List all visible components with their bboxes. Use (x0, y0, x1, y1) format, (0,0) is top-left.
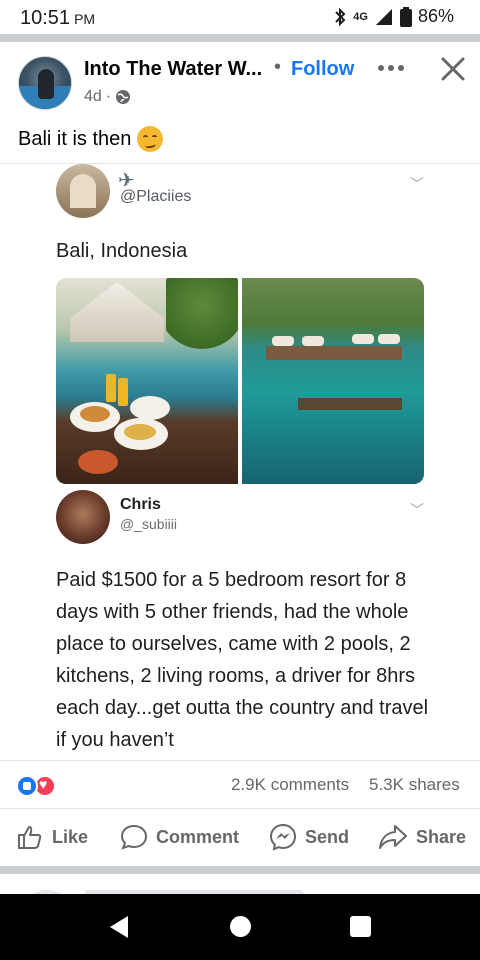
tweet-text: Paid $1500 for a 5 bedroom resort for 8 … (56, 569, 429, 751)
like-label: Like (52, 826, 89, 847)
section-divider (0, 34, 480, 42)
like-reaction-icon[interactable] (16, 775, 38, 797)
signal-icon (375, 8, 392, 25)
status-time-value: 10:51 (20, 7, 71, 29)
section-divider (0, 866, 480, 874)
comments-count[interactable]: 2.9K comments (231, 775, 349, 795)
send-button[interactable]: Send (269, 823, 349, 851)
tweet-author-name: Chris (120, 496, 161, 513)
system-navigation-bar (0, 894, 480, 960)
battery-icon (399, 6, 412, 27)
status-time-ampm: PM (74, 11, 96, 27)
status-time: 10:51 PM (20, 7, 95, 30)
tweet-avatar (56, 490, 110, 544)
more-options-icon[interactable] (376, 58, 406, 78)
tweet-handle: @_subiiii (120, 516, 178, 532)
comment-label: Comment (156, 826, 240, 847)
share-label: Share (416, 826, 467, 847)
back-icon[interactable] (110, 916, 128, 938)
follow-button[interactable]: Follow (291, 58, 354, 81)
dot-separator: • (274, 56, 282, 78)
shares-count[interactable]: 5.3K shares (369, 775, 460, 795)
meta-dot: · (105, 88, 112, 105)
chevron-down-icon: ﹀ (410, 502, 424, 518)
caption-text: Bali it is then (18, 127, 132, 150)
send-label: Send (305, 826, 350, 847)
page-avatar[interactable] (18, 56, 72, 110)
post-caption: Bali it is then (18, 126, 164, 152)
globe-icon (116, 90, 131, 104)
next-post-preview (0, 876, 480, 894)
bluetooth-icon (335, 7, 346, 26)
page-name[interactable]: Into The Water W... (84, 58, 262, 81)
comment-button[interactable]: Comment (120, 823, 239, 851)
chevron-down-icon: ﹀ (410, 176, 424, 192)
post-header: Into The Water W... • Follow 4d · (0, 42, 480, 120)
recents-icon[interactable] (350, 916, 371, 937)
post-meta: 4d · (84, 88, 131, 106)
action-bar: Like Comment Send Share (0, 808, 480, 866)
share-button[interactable]: Share (378, 823, 466, 851)
battery-percent: 86% (417, 6, 454, 26)
engagement-summary: 2.9K comments 5.3K shares (0, 760, 480, 806)
resort-pool-breakfast-photo (56, 278, 238, 484)
like-button[interactable]: Like (16, 823, 88, 851)
status-icons: 4G 86% (333, 6, 454, 27)
post-media[interactable]: ✈ @Placiies ﹀ Bali, Indonesia Chris @_su… (0, 163, 480, 759)
comment-bubble-icon (120, 824, 148, 850)
thumbs-up-icon (18, 826, 42, 849)
home-icon[interactable] (230, 916, 251, 937)
smirking-face-icon (137, 126, 164, 152)
messenger-icon (269, 823, 297, 851)
network-type-label: 4G (353, 10, 368, 23)
tweet-text: Bali, Indonesia (56, 240, 188, 262)
post-age[interactable]: 4d (84, 88, 102, 106)
share-arrow-icon (379, 825, 407, 849)
status-bar: 10:51 PM 4G 86% (0, 0, 480, 34)
tweet-handle: @Placiies (120, 188, 192, 205)
tweet-avatar (56, 164, 110, 218)
close-icon[interactable] (440, 56, 466, 82)
resort-pool-photo (242, 278, 424, 484)
